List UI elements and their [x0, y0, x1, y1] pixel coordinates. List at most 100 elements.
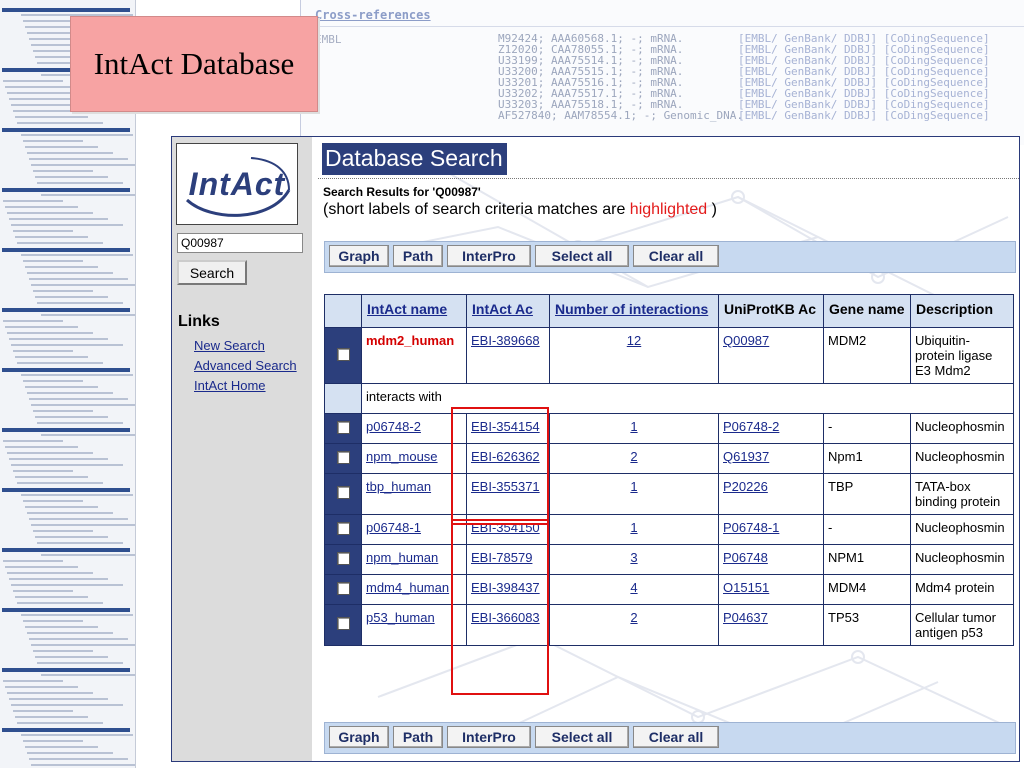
thumbnail-line: [2, 308, 130, 312]
gene-name: -: [823, 413, 911, 444]
interaction-count-link[interactable]: 1: [630, 419, 637, 434]
graph-button[interactable]: Graph: [329, 245, 389, 267]
interaction-count-link[interactable]: 2: [630, 610, 637, 625]
protein-name-link[interactable]: npm_mouse: [366, 449, 438, 464]
uniprot-link[interactable]: P20226: [723, 479, 768, 494]
uniprot-link[interactable]: Q61937: [723, 449, 769, 464]
row-checkbox[interactable]: [336, 581, 350, 595]
intact-logo[interactable]: IntAct: [176, 143, 298, 225]
thumbnail-line: [3, 80, 63, 82]
interpro-button[interactable]: InterPro: [447, 726, 531, 748]
new-search-link[interactable]: New Search: [194, 338, 265, 353]
uniprot-link[interactable]: P06748-1: [723, 520, 779, 535]
thumbnail-line: [9, 698, 108, 700]
protein-name-link[interactable]: tbp_human: [366, 479, 431, 494]
thumbnail-line: [2, 488, 130, 492]
interaction-count-link[interactable]: 12: [627, 333, 641, 348]
description: Nucleophosmin: [910, 413, 1014, 444]
thumbnail-line: [35, 416, 108, 418]
row-select-cell: [324, 413, 362, 444]
interpro-button[interactable]: InterPro: [447, 245, 531, 267]
results-table: IntAct name IntAct Ac Number of interact…: [324, 294, 1014, 646]
row-select-cell: [324, 443, 362, 474]
sidebar: IntAct Search Links New Search Advanced …: [172, 137, 312, 761]
thumbnail-line: [31, 164, 135, 166]
search-button[interactable]: Search: [177, 260, 247, 285]
interaction-count-link[interactable]: 4: [630, 580, 637, 595]
uniprot-link[interactable]: O15151: [723, 580, 769, 595]
description: Nucleophosmin: [910, 443, 1014, 474]
protein-name-link[interactable]: npm_human: [366, 550, 438, 565]
graph-button[interactable]: Graph: [329, 726, 389, 748]
protein-name-link[interactable]: p06748-2: [366, 419, 421, 434]
thumbnail-line: [25, 506, 98, 508]
thumbnail-line: [2, 428, 130, 432]
interaction-count-link[interactable]: 2: [630, 449, 637, 464]
cross-references-heading[interactable]: Cross-references: [315, 8, 431, 22]
uniprot-link[interactable]: P04637: [723, 610, 768, 625]
protein-name-link[interactable]: mdm4_human: [366, 580, 449, 595]
intact-home-link[interactable]: IntAct Home: [194, 378, 266, 393]
uniprot-link[interactable]: P06748: [723, 550, 768, 565]
thumbnail-line: [5, 206, 78, 208]
row-checkbox[interactable]: [336, 450, 350, 464]
path-button[interactable]: Path: [393, 245, 443, 267]
uniprot-link[interactable]: Q00987: [723, 333, 769, 348]
thumbnail-line: [2, 548, 130, 552]
thumbnail-line: [21, 614, 133, 616]
protein-name-link[interactable]: p53_human: [366, 610, 435, 625]
thumbnail-line: [7, 572, 93, 574]
note-suffix: ): [707, 201, 717, 218]
row-select-cell: [324, 574, 362, 605]
interaction-count-link[interactable]: 1: [630, 479, 637, 494]
intact-ac-link[interactable]: EBI-389668: [471, 333, 540, 348]
thumbnail-line: [27, 512, 113, 514]
cross-references-panel: Cross-references EMBL M92424; AAA60568.1…: [300, 0, 1024, 145]
thumbnail-line: [2, 248, 130, 252]
thumbnail-line: [31, 764, 135, 766]
row-checkbox[interactable]: [336, 617, 350, 630]
query-protein-name: mdm2_human: [366, 333, 455, 348]
xref-links[interactable]: [EMBL/ GenBank/ DDBJ] [CoDingSequence]: [738, 109, 990, 122]
slide-title-box: IntAct Database: [70, 16, 318, 112]
interaction-count-link[interactable]: 3: [630, 550, 637, 565]
clear-all-button[interactable]: Clear all: [633, 726, 719, 748]
thumbnail-line: [11, 464, 123, 466]
toolbar-bottom: Graph Path InterPro Select all Clear all: [324, 722, 1016, 754]
interaction-count-link[interactable]: 1: [630, 520, 637, 535]
thumbnail-line: [37, 662, 123, 664]
highlight-box: [451, 519, 549, 695]
table-row: npm_human EBI-78579 3 P06748 NPM1 Nucleophosm…: [324, 544, 1014, 575]
gene-name: TP53: [823, 604, 911, 646]
thumbnail-line: [27, 152, 113, 154]
row-checkbox[interactable]: [336, 521, 350, 535]
path-button[interactable]: Path: [393, 726, 443, 748]
row-checkbox[interactable]: [336, 486, 350, 499]
uniprot-link[interactable]: P06748-2: [723, 419, 779, 434]
select-all-button[interactable]: Select all: [535, 726, 629, 748]
thumbnail-line: [23, 740, 83, 742]
xref-rows: M92424; AAA60568.1; -; mRNA. [EMBL/ GenBa…: [498, 33, 990, 121]
thumbnail-line: [41, 434, 135, 436]
row-checkbox[interactable]: [336, 551, 350, 565]
thumbnail-line: [29, 158, 128, 160]
search-input[interactable]: [177, 233, 303, 253]
protein-name-link[interactable]: p06748-1: [366, 520, 421, 535]
thumbnail-line: [3, 680, 63, 682]
advanced-search-link[interactable]: Advanced Search: [194, 358, 297, 373]
slide-title: IntAct Database: [93, 46, 295, 81]
row-checkbox[interactable]: [336, 347, 350, 361]
thumbnail-line: [23, 620, 83, 622]
clear-all-button[interactable]: Clear all: [633, 245, 719, 267]
thumbnail-line: [17, 242, 103, 244]
row-checkbox[interactable]: [336, 420, 350, 434]
thumbnail-line: [31, 524, 135, 526]
thumbnail-line: [7, 452, 93, 454]
thumbnail-line: [31, 284, 135, 286]
row-select-cell: [324, 327, 362, 384]
uniprot-entry-thumbnail: [0, 0, 136, 768]
select-all-button[interactable]: Select all: [535, 245, 629, 267]
column-header-intact-ac[interactable]: IntAct Ac: [466, 294, 550, 328]
column-header-interactions[interactable]: Number of interactions: [549, 294, 719, 328]
column-header-intact-name[interactable]: IntAct name: [361, 294, 467, 328]
